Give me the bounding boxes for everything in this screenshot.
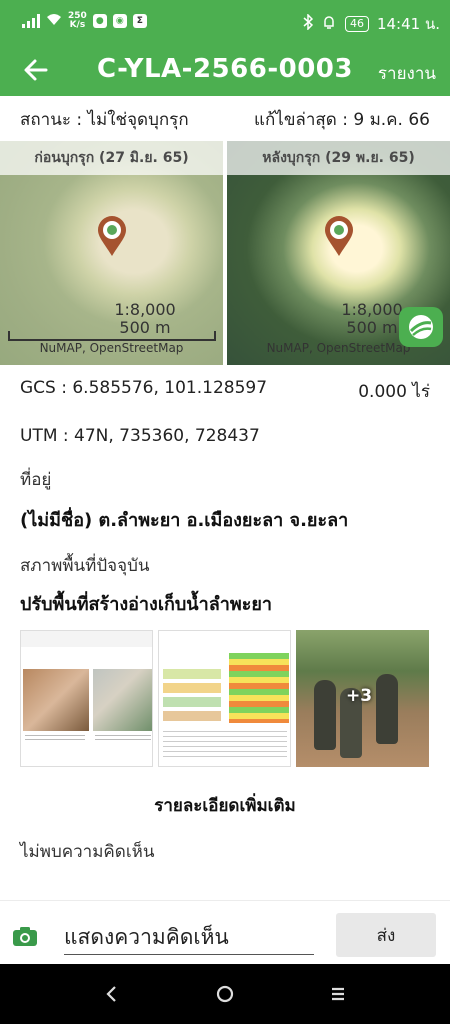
send-button[interactable]: ส่ง	[336, 913, 436, 957]
status-text: สถานะ : ไม่ใช่จุดบุกรุก	[20, 110, 189, 130]
wifi-icon	[46, 12, 62, 30]
network-speed: 250 K/s	[68, 11, 87, 30]
app-bar: C-YLA-2566-0003 รายงาน	[0, 44, 450, 96]
sigma-app-icon: Σ	[132, 14, 147, 28]
map-after-caption: หลังบุกรุก (29 พ.ย. 65)	[227, 141, 450, 175]
clock: 14:41 น.	[376, 15, 440, 33]
no-comments-text: ไม่พบความคิดเห็น	[20, 842, 155, 862]
back-nav-icon[interactable]	[98, 982, 126, 1006]
land-condition-value: ปรับพื้นที่สร้างอ่างเก็บน้ำลำพะยา	[20, 594, 273, 615]
report-button[interactable]: รายงาน	[378, 60, 436, 87]
home-nav-icon[interactable]	[211, 982, 239, 1006]
vibrate-icon	[321, 14, 337, 34]
last-edited-text: แก้ไขล่าสุด : 9 ม.ค. 66	[254, 110, 430, 130]
photo-thumbnail[interactable]	[20, 630, 153, 767]
more-details-heading: รายละเอียดเพิ่มเติม	[154, 796, 296, 816]
land-condition-label: สภาพพื้นที่ปัจจุบัน	[20, 556, 150, 576]
utm-coordinates: UTM : 47N, 735360, 728437	[20, 426, 260, 446]
bluetooth-icon	[303, 13, 314, 34]
comment-input[interactable]	[64, 919, 314, 955]
google-earth-icon[interactable]	[399, 307, 443, 347]
map-before-caption: ก่อนบุกรุก (27 มิ.ย. 65)	[0, 141, 223, 175]
status-row: สถานะ : ไม่ใช่จุดบุกรุก แก้ไขล่าสุด : 9 …	[20, 106, 430, 132]
photo-gallery: +3	[20, 630, 430, 767]
battery-level: 46	[344, 16, 369, 32]
camera-icon[interactable]	[12, 925, 38, 947]
status-bar: 250 K/s ● ◉ Σ 46 14:41 น.	[0, 0, 450, 44]
more-photos-count: +3	[346, 686, 373, 706]
photo-thumbnail-more[interactable]: +3	[296, 630, 429, 767]
notification-app-icon: ●	[92, 14, 107, 28]
gcs-row: GCS : 6.585576, 101.128597 0.000 ไร่	[20, 378, 430, 405]
gcs-coordinates: GCS : 6.585576, 101.128597	[20, 378, 268, 398]
recent-apps-icon[interactable]	[324, 982, 352, 1006]
scale-bar	[8, 331, 216, 341]
address-value: (ไม่มีชื่อ) ต.ลำพะยา อ.เมืองยะลา จ.ยะลา	[20, 510, 349, 531]
map-after[interactable]: หลังบุกรุก (29 พ.ย. 65) 1:8,000 500 m Nu…	[227, 141, 450, 365]
comment-bar: ส่ง	[0, 900, 450, 964]
map-comparison: ก่อนบุกรุก (27 มิ.ย. 65) 1:8,000 500 m N…	[0, 141, 450, 365]
map-attribution: NuMAP, OpenStreetMap	[39, 341, 184, 355]
area-value: 0.000 ไร่	[358, 382, 430, 402]
navigation-bar	[0, 964, 450, 1024]
messenger-icon: ◉	[112, 14, 127, 28]
photo-thumbnail[interactable]	[158, 630, 291, 767]
map-pin-icon	[96, 215, 128, 257]
address-label: ที่อยู่	[20, 470, 52, 490]
map-pin-icon	[323, 215, 355, 257]
map-before[interactable]: ก่อนบุกรุก (27 มิ.ย. 65) 1:8,000 500 m N…	[0, 141, 223, 365]
signal-icon	[22, 14, 40, 28]
